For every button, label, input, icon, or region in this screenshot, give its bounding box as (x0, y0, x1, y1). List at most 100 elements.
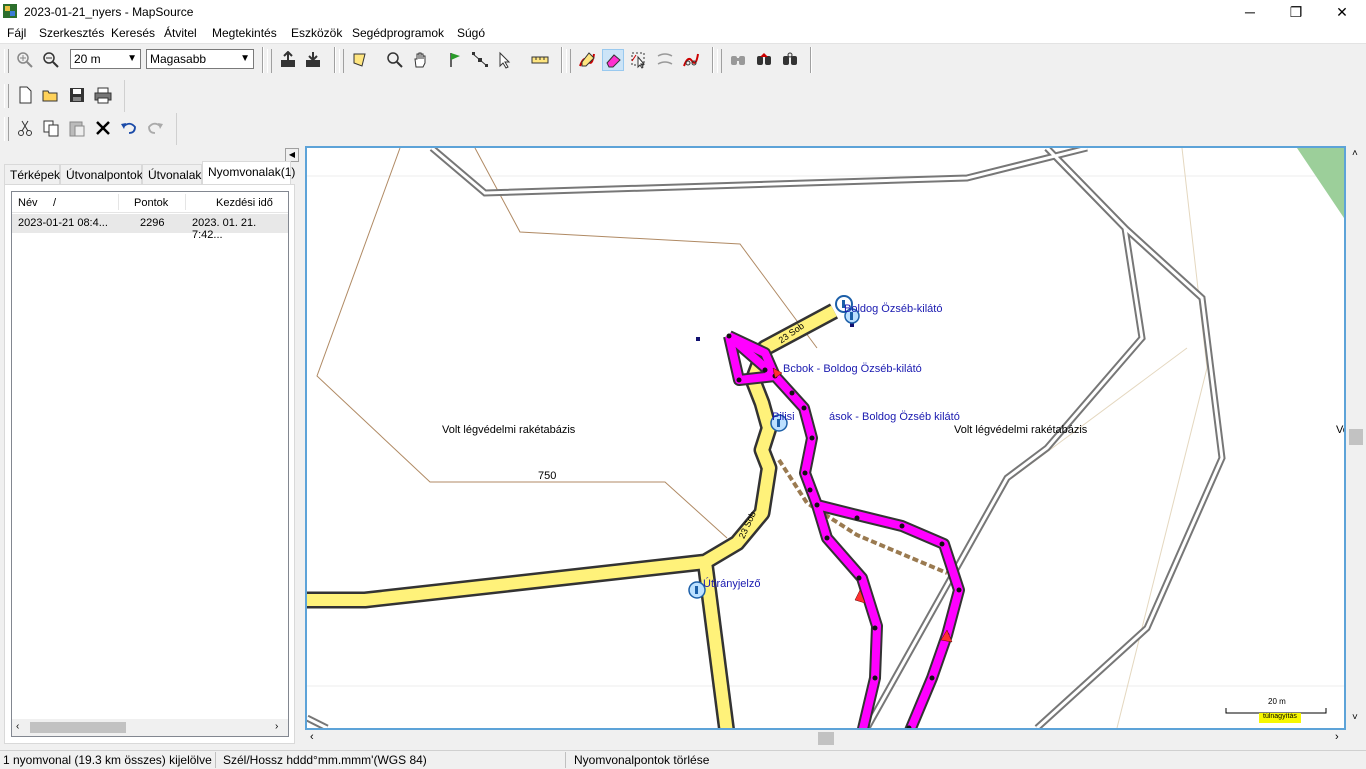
menu-search[interactable]: Keresés (111, 26, 155, 40)
poi-label: Bcbok - Boldog Özséb-kilátó (783, 363, 922, 375)
tab-waypoints[interactable]: Útvonalpontok (60, 164, 143, 184)
toolbar-grip[interactable] (4, 49, 9, 73)
toolbar-grip[interactable] (4, 84, 9, 108)
maximize-button[interactable]: ❐ (1273, 0, 1319, 24)
table-row[interactable]: 2023-01-21 08:4... 2296 2023. 01. 21. 7:… (12, 214, 288, 241)
scroll-right-icon[interactable]: › (1335, 731, 1339, 743)
delete-icon[interactable] (92, 117, 114, 139)
scroll-down-icon[interactable]: ˅ (1352, 712, 1358, 723)
scroll-left-icon[interactable]: ‹ (310, 731, 314, 743)
track-draw-icon[interactable] (576, 49, 598, 71)
tracks-list[interactable]: Név / Pontok Kezdési idő 2023-01-21 08:4… (11, 191, 289, 737)
menu-utilities[interactable]: Segédprogramok (352, 26, 444, 40)
column-divider[interactable] (185, 194, 186, 210)
zoom-tool-icon[interactable] (384, 49, 406, 71)
area-label: Volt légvédelmi rakétabázis (954, 424, 1088, 436)
window-title: 2023-01-21_nyers - MapSource (24, 5, 194, 19)
poi-label: Útirányjelző (703, 578, 761, 590)
copy-icon[interactable] (40, 117, 62, 139)
toolbar-grip[interactable] (566, 49, 571, 73)
zoom-level-select[interactable]: 20 m ▼ (70, 49, 141, 69)
contour-label: 750 (538, 470, 557, 482)
undo-icon[interactable] (118, 117, 140, 139)
tab-maps[interactable]: Térképek (4, 164, 60, 184)
close-button[interactable]: ✕ (1319, 0, 1365, 24)
redo-icon[interactable] (144, 117, 166, 139)
track-select-icon[interactable] (628, 49, 650, 71)
waypoint-flag-icon[interactable] (444, 49, 466, 71)
cut-icon[interactable] (14, 117, 36, 139)
app-icon (3, 4, 17, 18)
poi-label: ások - Boldog Özséb kilátó (829, 411, 960, 423)
pointer-select-icon[interactable] (494, 49, 516, 71)
menu-view[interactable]: Megtekintés (212, 26, 277, 40)
minimize-button[interactable]: ─ (1227, 0, 1273, 24)
receive-from-device-icon[interactable] (277, 49, 299, 71)
status-bar: 1 nyomvonal (19.3 km összes) kijelölve S… (0, 750, 1366, 769)
map-canvas[interactable] (307, 148, 1344, 728)
zoom-out-icon[interactable] (40, 49, 62, 71)
toolbar-separator (561, 47, 563, 73)
col-header-name[interactable]: Név (18, 197, 38, 209)
toolbar-row-3 (0, 113, 177, 145)
tab-routes[interactable]: Útvonalak (142, 164, 202, 184)
route-tool-icon[interactable] (469, 49, 491, 71)
title-bar: 2023-01-21_nyers - MapSource ─ ❐ ✕ (0, 0, 1366, 24)
track-eraser-icon[interactable] (602, 49, 624, 71)
scroll-left-icon[interactable]: ‹ (16, 721, 19, 732)
map-select-icon[interactable] (349, 49, 371, 71)
print-icon[interactable] (92, 84, 114, 106)
open-folder-icon[interactable] (40, 84, 62, 106)
track-join-icon[interactable] (654, 49, 676, 71)
col-header-start-time[interactable]: Kezdési idő (216, 197, 273, 209)
list-horizontal-scrollbar[interactable]: ‹ › (12, 719, 288, 736)
scroll-thumb[interactable] (818, 732, 834, 745)
detail-level-select[interactable]: Magasabb ▼ (146, 49, 254, 69)
map-view[interactable]: Boldog Özséb-kilátó Bcbok - Boldog Özséb… (305, 146, 1346, 730)
menu-edit[interactable]: Szerkesztés (39, 26, 104, 40)
status-divider (565, 752, 566, 768)
tab-tracks[interactable]: Nyomvonalak(1) (202, 161, 295, 185)
chevron-down-icon: ▼ (240, 53, 250, 64)
paste-icon[interactable] (66, 117, 88, 139)
scroll-right-icon[interactable]: › (275, 721, 278, 732)
toolbar-row-2 (0, 80, 125, 112)
area-label: Volt légvédelmi rakétabázis (442, 424, 576, 436)
status-coord-format: Szél/Hossz hddd°mm.mmm'(WGS 84) (223, 753, 427, 767)
track-points: 2296 (140, 217, 165, 229)
map-vertical-scrollbar[interactable]: ˄ ˅ (1347, 146, 1365, 730)
menu-file[interactable]: Fájl (7, 26, 26, 40)
column-divider[interactable] (118, 194, 119, 210)
toolbar-grip[interactable] (717, 49, 722, 73)
save-icon[interactable] (66, 84, 88, 106)
map-horizontal-scrollbar[interactable]: ‹ › (305, 730, 1347, 747)
find-address-icon[interactable] (753, 49, 775, 71)
hand-pan-icon[interactable] (409, 49, 431, 71)
overzoom-label: túlnagyítás (1263, 713, 1297, 720)
col-header-points[interactable]: Pontok (134, 197, 168, 209)
scroll-thumb[interactable] (30, 722, 126, 733)
status-divider (215, 752, 216, 768)
detail-level-value: Magasabb (150, 52, 207, 66)
toolbar-grip[interactable] (339, 49, 344, 73)
toolbar-grip[interactable] (267, 49, 272, 73)
chevron-down-icon: ▼ (127, 53, 137, 64)
find-nearest-icon[interactable] (779, 49, 801, 71)
menu-transfer[interactable]: Átvitel (164, 26, 197, 40)
toolbar-separator (810, 47, 812, 73)
send-to-device-icon[interactable] (302, 49, 324, 71)
new-file-icon[interactable] (14, 84, 36, 106)
toolbar-grip[interactable] (4, 117, 9, 141)
scale-label: 20 m (1268, 697, 1286, 706)
ruler-measure-icon[interactable] (529, 49, 551, 71)
collapse-panel-button[interactable]: ◀ (285, 148, 299, 162)
toolbar-separator (712, 47, 714, 73)
menu-help[interactable]: Súgó (457, 26, 485, 40)
zoom-in-icon[interactable] (14, 49, 36, 71)
track-name: 2023-01-21 08:4... (18, 217, 108, 229)
find-places-icon[interactable] (727, 49, 749, 71)
menu-tools[interactable]: Eszközök (291, 26, 342, 40)
scroll-thumb[interactable] (1349, 429, 1363, 445)
track-divide-icon[interactable] (680, 49, 702, 71)
scroll-up-icon[interactable]: ˄ (1352, 148, 1358, 159)
